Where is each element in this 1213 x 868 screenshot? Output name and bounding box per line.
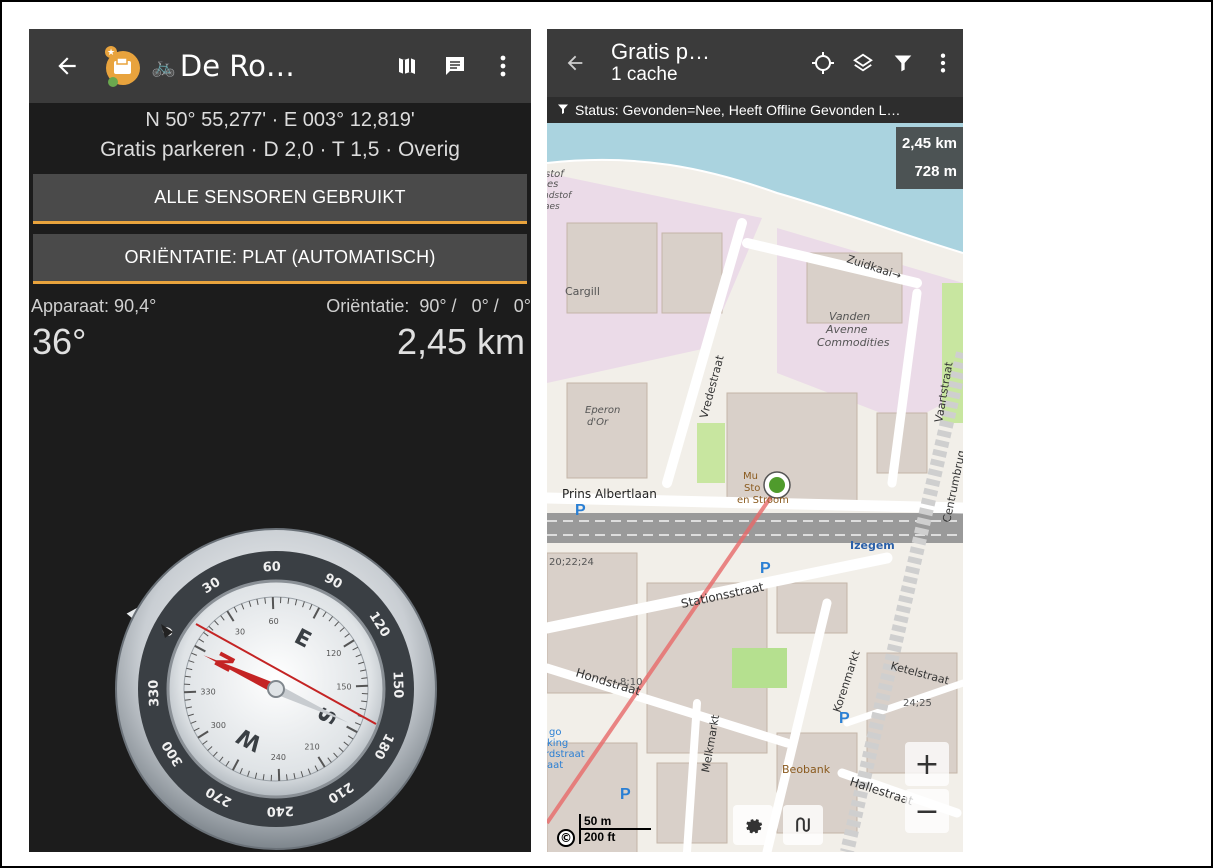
label-house-numbers-2: 8;10 [620,677,642,688]
distance-overlay: 2,45 km 728 m [895,127,963,189]
cache-coordinates: N 50° 55,277' · E 003° 12,819' [145,109,415,131]
sensor-button[interactable]: ALLE SENSOREN GEBRUIKT [33,174,527,224]
sensor-readouts: Apparaat: 90,4° Oriëntatie: 90° / 0° / 0… [29,296,531,317]
outer-degree-label: 150 [389,671,405,699]
orientation-readout: Oriëntatie: 90° / 0° / 0° [326,296,531,316]
more-menu-icon[interactable] [479,42,527,90]
svg-text:P: P [575,502,586,519]
label-cargill: Cargill [565,285,600,298]
label-stof-4: aes [547,202,560,212]
distance-secondary: 728 m [914,163,957,180]
outer-degree-label: 330 [147,679,163,707]
inner-degree-label: 150 [336,683,351,692]
scale-imperial: 200 ft [579,830,651,844]
svg-text:P: P [760,560,771,577]
label-parking-2: king [547,738,568,749]
outer-degree-label: 240 [266,802,294,818]
label-museum-1: Mu [743,471,758,482]
bicycle-icon: 🚲 [151,54,176,78]
filter-small-icon [557,103,569,118]
label-vanden: Vanden [829,310,870,323]
label-house-numbers-1: 20;22;24 [549,557,594,568]
compass-dial: 3060901201501802102402703003300 30601201… [101,514,451,852]
cache-type-icon: ★ [101,44,145,88]
label-parking-4: aat [547,760,563,771]
filter-icon[interactable] [883,39,923,87]
inner-degree-label: 330 [200,687,215,696]
inner-degree-label: 60 [269,617,279,626]
filter-status-text: Status: Gevonden=Nee, Heeft Offline Gevo… [575,102,901,118]
main-readouts: 36° 2,45 km [29,321,531,363]
compass-app-bar: ★ 🚲 De Ro… [29,29,531,103]
layers-icon[interactable] [843,39,883,87]
map-app-bar: Gratis p… 1 cache [547,29,963,97]
inner-degree-label: 240 [271,753,286,762]
cache-details: Gratis parkeren · D 2,0 · T 1,5 · Overig [100,138,460,161]
scale-metric: 50 m [579,814,652,830]
distance-value: 2,45 km [396,321,525,362]
compass-graphic: 3060901201501802102402703003300 30601201… [115,528,437,850]
log-message-icon[interactable] [431,42,479,90]
label-dor: d'Or [587,417,609,428]
label-prins-albertlaan: Prins Albertlaan [562,487,657,501]
label-parking-3: rdstraat [547,749,585,760]
label-museum-3: en Stroom [737,495,789,506]
label-avenne: Avenne [825,323,868,336]
cache-title: 🚲 De Ro… [151,49,383,83]
back-arrow-icon[interactable] [555,39,595,87]
label-beobank: Beobank [782,763,831,776]
zoom-in-button[interactable]: + [905,742,949,786]
route-icon[interactable] [783,805,823,845]
filter-status-bar[interactable]: Status: Gevonden=Nee, Heeft Offline Gevo… [547,97,963,123]
my-location-icon[interactable] [803,39,843,87]
inner-degree-label: 120 [326,649,341,658]
map-view[interactable]: PPPP Cargill Vanden Avenne Commodities E… [547,123,963,852]
more-menu-icon[interactable] [923,39,963,87]
map-title: Gratis p… 1 cache [611,40,803,85]
cache-title-text: De Ro… [179,49,295,83]
zoom-out-button[interactable]: − [905,789,949,833]
label-stof-2: es [547,179,558,190]
label-museum-2: Sto [744,483,760,494]
compass-screen: ★ 🚲 De Ro… N 50° 55,277' · E 003° 12,819… [29,29,531,852]
label-eperon: Eperon [585,405,620,416]
label-stof-3: ndstof [547,191,573,201]
screenshot-frame: ★ 🚲 De Ro… N 50° 55,277' · E 003° 12,819… [0,0,1213,868]
back-arrow-icon[interactable] [43,42,91,90]
label-house-numbers-3: 24;25 [903,698,932,709]
inner-degree-label: 30 [235,627,245,636]
svg-text:★: ★ [107,48,115,58]
label-commodities: Commodities [817,336,890,349]
device-heading: Apparaat: 90,4° [31,296,157,316]
copyright-icon[interactable]: © [557,829,575,847]
heading-value: 36° [32,321,87,362]
inner-degree-label: 210 [304,743,319,752]
label-parking-1: go [549,727,561,738]
map-scale-bar: 50 m 200 ft [579,814,652,844]
distance-to-target: 2,45 km [901,135,957,152]
settings-gear-icon[interactable] [733,805,773,845]
svg-text:P: P [620,786,631,803]
map-title-line1: Gratis p… [611,39,711,65]
orientation-button[interactable]: ORIËNTATIE: PLAT (AUTOMATISCH) [33,234,527,284]
map-icon[interactable] [383,42,431,90]
map-title-line2: 1 cache [611,63,678,85]
outer-degree-label: 60 [262,560,281,576]
label-izegem: Izegem [850,539,895,552]
inner-degree-label: 300 [211,721,226,730]
map-screen: Gratis p… 1 cache Status: Gevonden=Nee, … [547,29,963,852]
